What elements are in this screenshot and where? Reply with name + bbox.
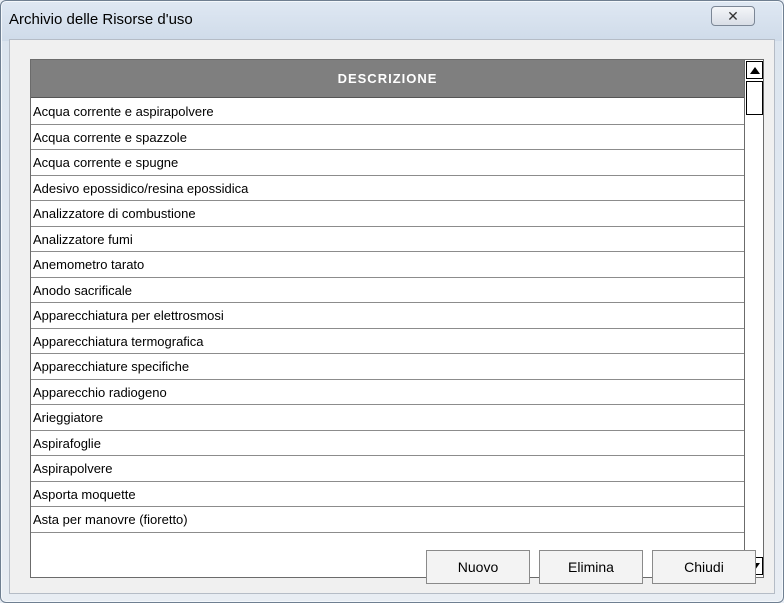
dialog-window: Archivio delle Risorse d'uso ✕ DESCRIZIO… [0, 0, 784, 603]
window-title: Archivio delle Risorse d'uso [9, 11, 193, 28]
dialog-client-area: DESCRIZIONE Acqua corrente e aspirapolve… [9, 39, 775, 594]
table-row[interactable]: Apparecchiature specifiche [31, 354, 744, 380]
close-icon: ✕ [727, 7, 739, 24]
scroll-up-button[interactable] [746, 61, 763, 79]
vertical-scrollbar[interactable] [744, 60, 763, 577]
new-button[interactable]: Nuovo [426, 550, 530, 584]
table-row[interactable]: Aspirapolvere [31, 456, 744, 482]
delete-button[interactable]: Elimina [539, 550, 643, 584]
scroll-thumb[interactable] [746, 81, 763, 115]
table-row[interactable]: Analizzatore fumi [31, 227, 744, 252]
table-row[interactable]: Asta per manovre (fioretto) [31, 507, 744, 533]
table-row[interactable]: Anemometro tarato [31, 252, 744, 278]
table-row[interactable]: Acqua corrente e spugne [31, 150, 744, 176]
table-row[interactable]: Apparecchiatura termografica [31, 329, 744, 354]
table-row[interactable]: Apparecchiatura per elettrosmosi [31, 303, 744, 329]
title-bar[interactable]: Archivio delle Risorse d'uso ✕ [1, 1, 783, 39]
table-row[interactable]: Anodo sacrificale [31, 278, 744, 303]
table-row[interactable]: Analizzatore di combustione [31, 201, 744, 227]
grid-rows: Acqua corrente e aspirapolvere Acqua cor… [31, 99, 744, 533]
arrow-up-icon [749, 66, 760, 74]
close-button[interactable]: Chiudi [652, 550, 756, 584]
close-window-button[interactable]: ✕ [711, 6, 755, 26]
resources-grid: DESCRIZIONE Acqua corrente e aspirapolve… [30, 59, 764, 578]
table-row[interactable]: Acqua corrente e spazzole [31, 125, 744, 150]
table-row[interactable]: Arieggiatore [31, 405, 744, 431]
column-header-descrizione[interactable]: DESCRIZIONE [31, 60, 744, 98]
table-row[interactable]: Adesivo epossidico/resina epossidica [31, 176, 744, 201]
table-row[interactable]: Asporta moquette [31, 482, 744, 507]
table-row[interactable]: Apparecchio radiogeno [31, 380, 744, 405]
table-row[interactable]: Acqua corrente e aspirapolvere [31, 99, 744, 125]
table-row[interactable]: Aspirafoglie [31, 431, 744, 456]
